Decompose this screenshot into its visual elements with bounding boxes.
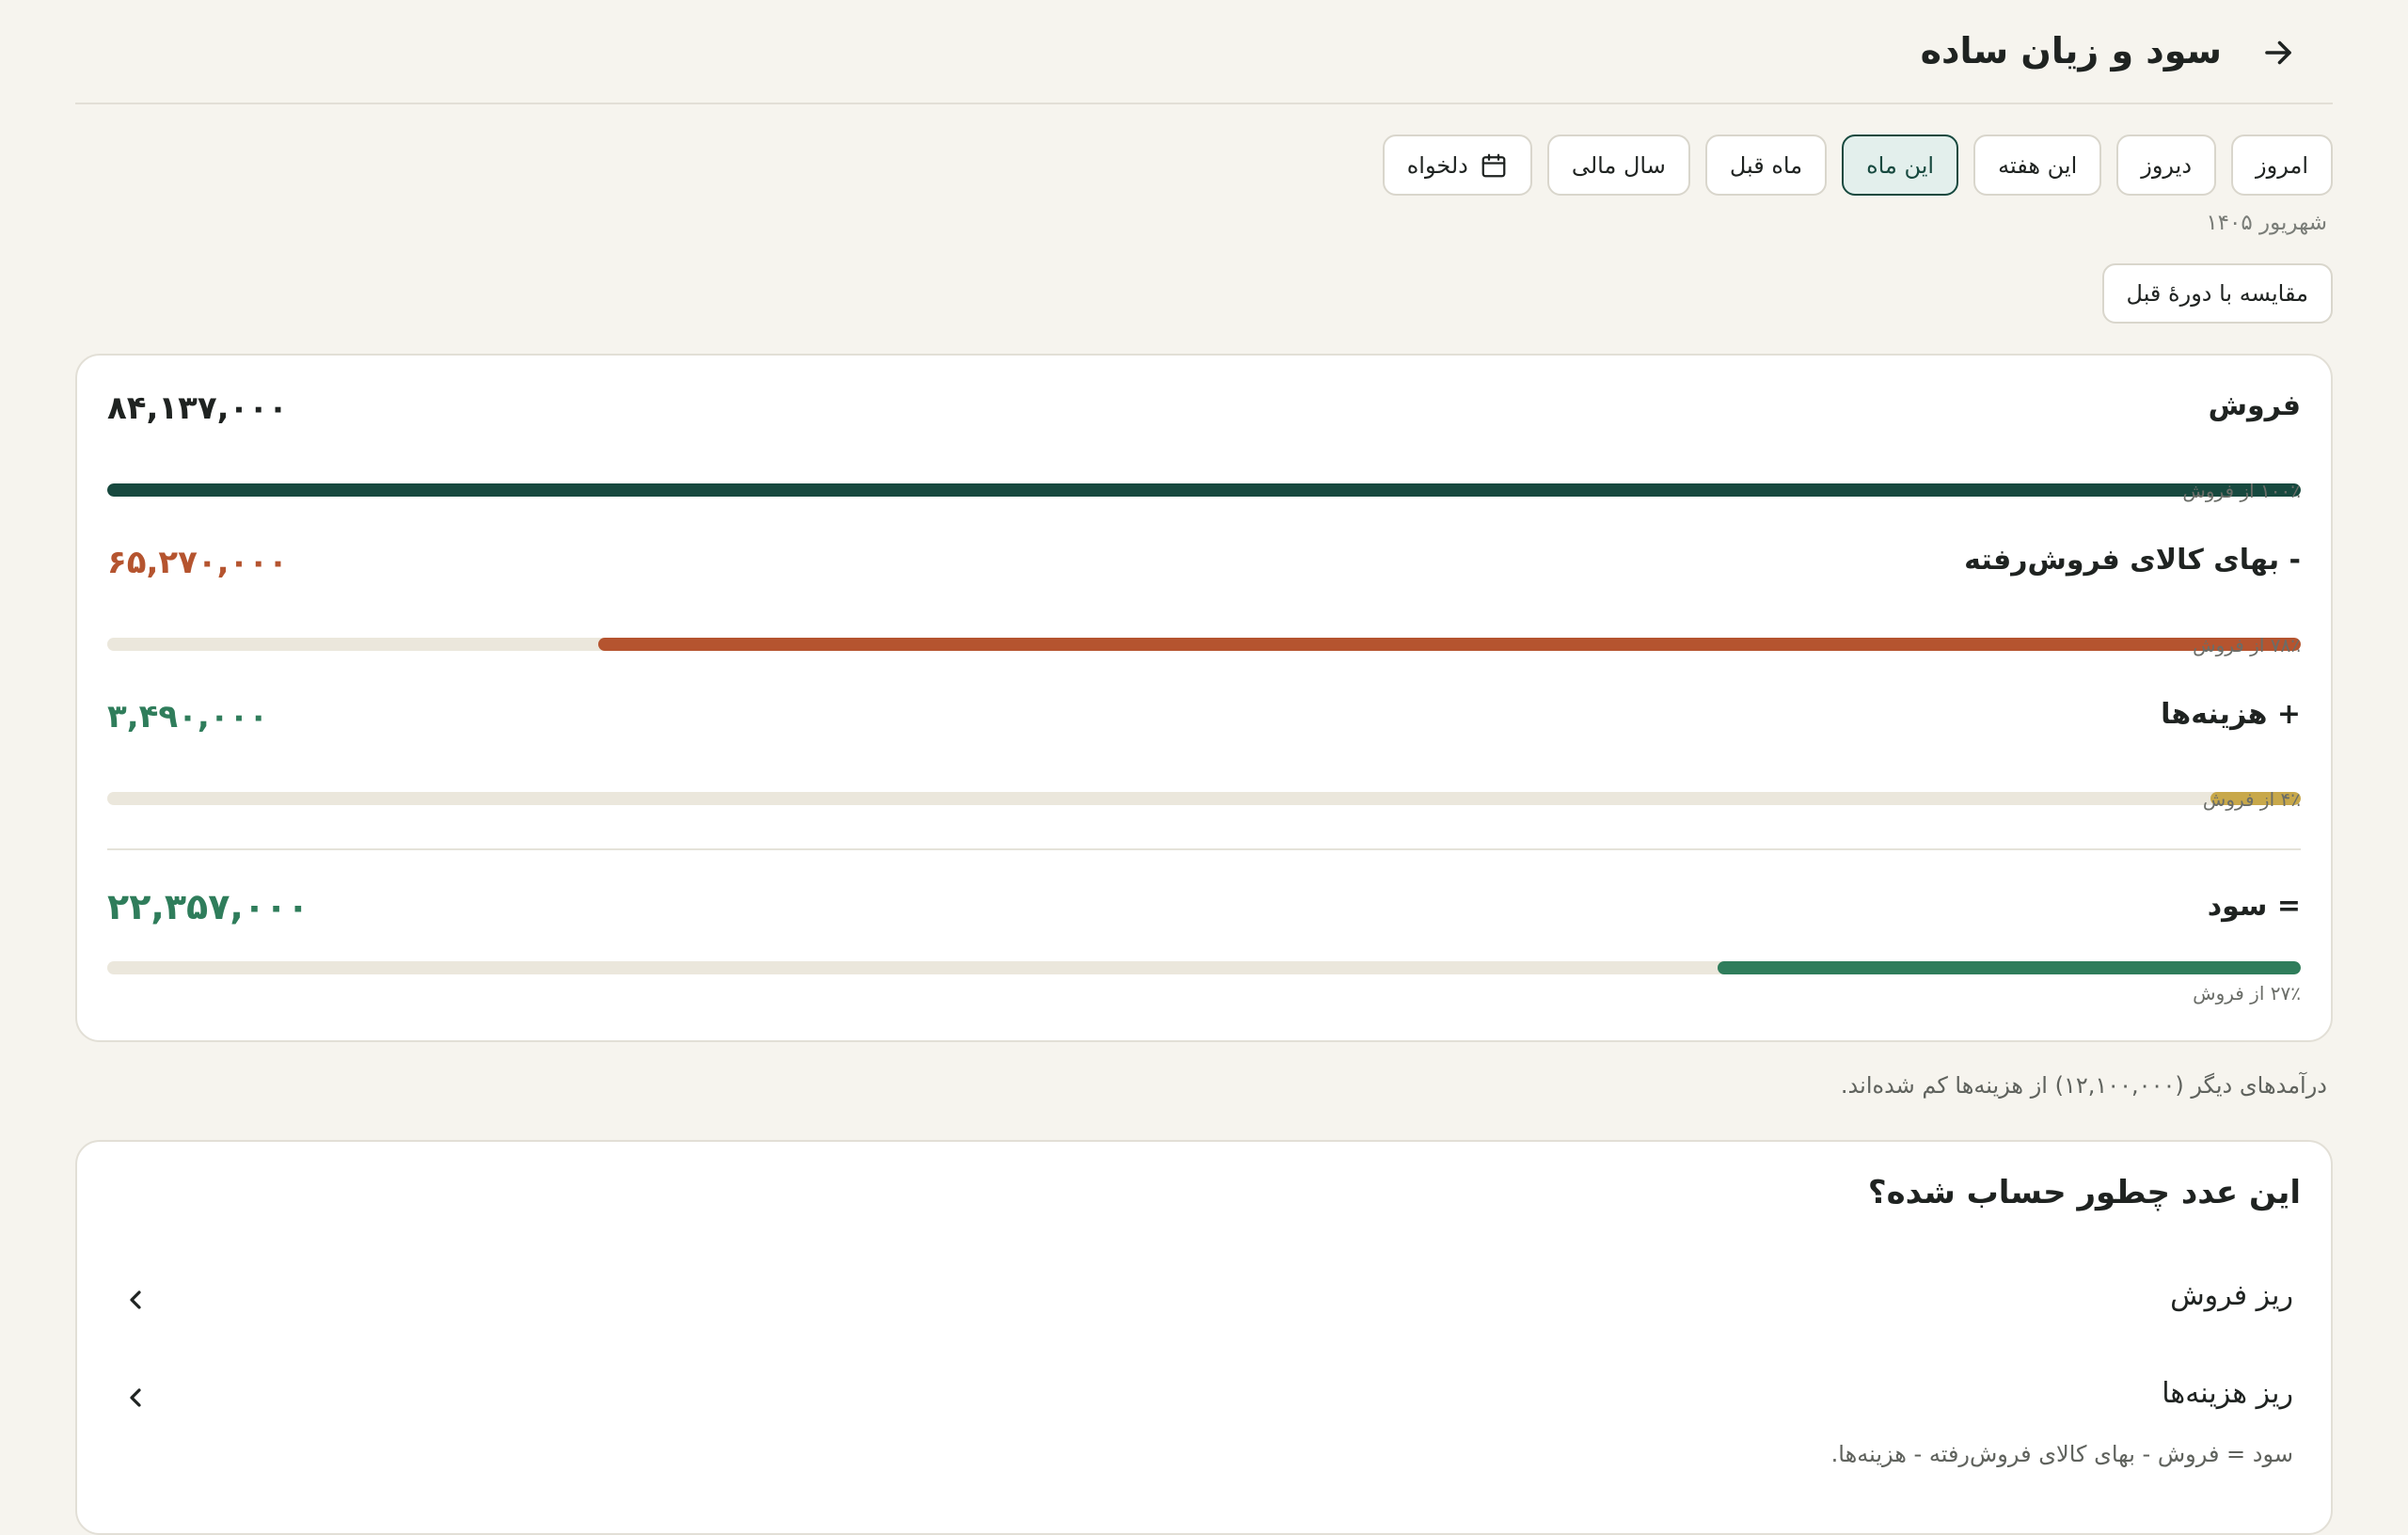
summary-divider [107, 848, 2301, 850]
formula-text: سود = فروش - بهای کالای فروش‌رفته - هزین… [1830, 1441, 2293, 1467]
summary-row-bar [598, 638, 2301, 651]
period-chip-custom[interactable]: دلخواه [1382, 135, 1532, 196]
period-chip-this-month[interactable]: این ماه [1842, 135, 1959, 196]
summary-row-sales: فروش ۸۴,۱۳۷,۰۰۰ [107, 389, 2301, 502]
summary-row-percent: ۱۰۰٪ از فروش [2182, 480, 2301, 502]
summary-row-percent: ۷۸٪ از فروش [2193, 634, 2301, 657]
expand-label: ریز هزینه‌ها [2162, 1377, 2293, 1410]
summary-row-label: + هزینه‌ها [2161, 698, 2301, 731]
page: سود و زیان ساده امروز دیروز این هفته این… [75, 0, 2333, 1535]
explanation-card: این عدد چطور حساب شده؟ ریز فروش ریز هزین… [75, 1140, 2333, 1535]
period-chip-label: این ماه [1866, 151, 1935, 179]
expand-expense-details[interactable]: ریز هزینه‌ها [107, 1360, 2301, 1435]
period-chip-this-week[interactable]: این هفته [1973, 135, 2102, 196]
summary-row-expenses: + هزینه‌ها ۳,۴۹۰,۰۰۰ [107, 698, 2301, 811]
arrow-right-icon [2265, 40, 2291, 65]
period-chip-label: سال مالی [1571, 151, 1666, 179]
period-chip-label: امروز [2256, 151, 2308, 179]
summary-card: فروش ۸۴,۱۳۷,۰۰۰ ۱۰۰٪ از فروش - بهای کالا… [75, 354, 2333, 1042]
summary-row-track [107, 483, 2301, 497]
chevron-left-icon [130, 1290, 141, 1309]
chevron-left-icon [130, 1388, 141, 1407]
summary-row-cogs: - بهای کالای فروش‌رفته ۶۵,۲۷۰,۰۰۰ [107, 544, 2301, 657]
summary-row-percent: ۲۷٪ از فروش [2193, 982, 2301, 1005]
period-chip-fiscal-year[interactable]: سال مالی [1546, 135, 1690, 196]
summary-row-track [107, 961, 2301, 974]
period-chip-label: دلخواه [1406, 151, 1468, 179]
period-chip-label: دیروز [2141, 151, 2193, 179]
header: سود و زیان ساده [75, 0, 2333, 104]
calendar-icon [1481, 153, 1506, 177]
back-button[interactable] [2258, 28, 2299, 77]
explanation-title: این عدد چطور حساب شده؟ [1867, 1174, 2301, 1211]
period-label: شهریور ۱۴۰۵ [2206, 211, 2327, 235]
summary-row-bar [107, 483, 2301, 497]
summary-row-label: فروش [2208, 389, 2301, 422]
summary-row-track [107, 638, 2301, 651]
summary-row-label: - بهای کالای فروش‌رفته [1964, 544, 2301, 577]
compare-button[interactable]: مقایسه با دورهٔ قبل [2101, 263, 2333, 324]
summary-row-value: ۶۵,۲۷۰,۰۰۰ [107, 544, 288, 581]
summary-row-value: ۲۲,۳۵۷,۰۰۰ [107, 886, 309, 927]
summary-row-value: ۸۴,۱۳۷,۰۰۰ [107, 389, 288, 427]
summary-row-profit: = سود ۲۲,۳۵۷,۰۰۰ [107, 886, 2301, 999]
summary-row-label: = سود [2207, 890, 2301, 923]
period-chip-label: ماه قبل [1729, 151, 1803, 179]
period-chip-label: این هفته [1998, 151, 2078, 179]
period-chip-last-month[interactable]: ماه قبل [1704, 135, 1828, 196]
summary-row-bar [1717, 961, 2301, 974]
period-selector: امروز دیروز این هفته این ماه ماه قبل سال… [1382, 135, 2333, 196]
expand-sales-details[interactable]: ریز فروش [107, 1262, 2301, 1337]
period-chip-today[interactable]: امروز [2231, 135, 2333, 196]
expand-label: ریز فروش [2170, 1279, 2293, 1312]
other-income-note: درآمدهای دیگر (۱۲,۱۰۰,۰۰۰) از هزینه‌ها ک… [1840, 1072, 2327, 1099]
summary-row-percent: ۴٪ از فروش [2202, 788, 2301, 811]
period-chip-yesterday[interactable]: دیروز [2116, 135, 2217, 196]
summary-row-track [107, 792, 2301, 805]
summary-row-value: ۳,۴۹۰,۰۰۰ [107, 698, 269, 736]
page-title: سود و زیان ساده [1920, 30, 2222, 71]
